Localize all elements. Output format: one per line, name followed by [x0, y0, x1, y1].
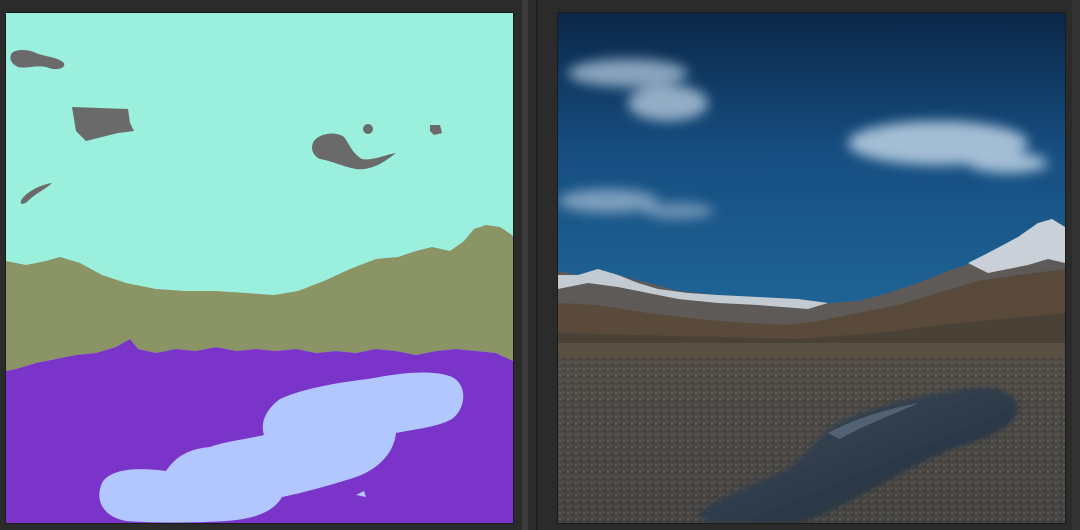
panel-divider[interactable]	[522, 0, 528, 530]
cloud-region	[363, 124, 373, 134]
generated-landscape	[558, 13, 1065, 523]
segmentation-canvas[interactable]	[5, 12, 514, 524]
cloud	[968, 153, 1048, 173]
segmentation-map[interactable]	[6, 13, 513, 523]
cloud	[568, 59, 688, 87]
generated-image	[557, 12, 1066, 524]
app-window	[0, 0, 1080, 530]
window-edge	[1072, 0, 1080, 530]
cloud	[628, 85, 708, 121]
divider-edge	[536, 0, 538, 530]
cloud	[642, 203, 714, 219]
